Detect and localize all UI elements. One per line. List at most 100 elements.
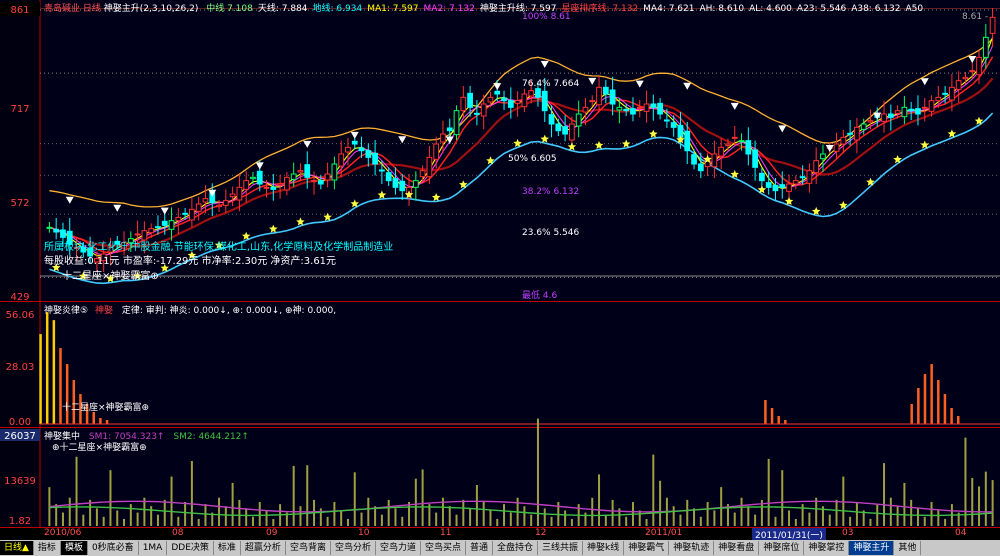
candle-body bbox=[725, 143, 731, 146]
candle-body bbox=[134, 233, 141, 236]
tab-21[interactable]: 其他 bbox=[894, 541, 922, 555]
candle-body bbox=[60, 229, 66, 238]
candle-body bbox=[840, 136, 847, 145]
candle-body bbox=[772, 184, 779, 192]
panel2-title: 神娶炎律⑤ bbox=[44, 306, 89, 316]
header-item-8: AH: 8.610 bbox=[699, 4, 745, 14]
panel2-bar bbox=[950, 408, 953, 424]
tab-15[interactable]: 神娶霸气 bbox=[624, 541, 670, 555]
candle-body bbox=[569, 123, 575, 141]
header-item-9: AL: 4.600 bbox=[749, 4, 792, 14]
y-tick-56: 56.06 bbox=[6, 310, 35, 321]
candle-body bbox=[392, 178, 399, 188]
candle-body bbox=[229, 193, 236, 198]
tab-18[interactable]: 神娶席位 bbox=[759, 541, 805, 555]
panel2-bar bbox=[65, 364, 69, 424]
candle-body bbox=[643, 103, 650, 112]
candle-body bbox=[915, 108, 921, 115]
fib-38: 38.2% 6.132 bbox=[522, 187, 580, 197]
panel2-bar bbox=[923, 374, 927, 424]
x-label-04: 04 bbox=[955, 528, 967, 538]
panel2-bar bbox=[764, 400, 767, 424]
panel2-bar bbox=[777, 416, 780, 424]
candle-body bbox=[202, 198, 209, 203]
candle-body bbox=[440, 133, 446, 143]
candle-body bbox=[921, 106, 928, 109]
tab-2[interactable]: 0秒底必畜 bbox=[88, 541, 139, 555]
tab-17[interactable]: 神娶看盘 bbox=[714, 541, 760, 555]
candle-body bbox=[745, 140, 752, 155]
y-tick-26037: 26037 bbox=[4, 431, 36, 442]
tab-9[interactable]: 空鸟力道 bbox=[376, 541, 421, 555]
tab-0[interactable]: 指标 bbox=[34, 541, 61, 555]
tab-13[interactable]: 三线共振 bbox=[538, 541, 584, 555]
panel2-bar bbox=[917, 388, 920, 424]
candle-body bbox=[216, 204, 222, 208]
x-label-03: 03 bbox=[842, 528, 854, 538]
candle-body bbox=[412, 180, 419, 188]
candle-body bbox=[474, 112, 480, 115]
x-label-08: 08 bbox=[172, 528, 184, 538]
tab-12[interactable]: 全盘持仓 bbox=[493, 541, 539, 555]
tab-10[interactable]: 空鸟买点 bbox=[421, 541, 466, 555]
stock-name: 青岛碱业 bbox=[44, 4, 81, 14]
panel2-bar bbox=[39, 334, 42, 424]
tab-8[interactable]: 空鸟分析 bbox=[331, 541, 376, 555]
candle-body bbox=[860, 123, 867, 130]
candle-body bbox=[277, 183, 283, 186]
candle-body bbox=[379, 169, 385, 172]
fib-76: 76.4% 7.664 bbox=[522, 79, 580, 89]
tab-16[interactable]: 神娶轨迹 bbox=[669, 541, 715, 555]
fib-23: 23.6% 5.546 bbox=[522, 228, 580, 238]
candle-body bbox=[324, 173, 331, 181]
candle-body bbox=[962, 76, 969, 80]
tab-11[interactable]: 普通 bbox=[466, 541, 494, 555]
candle-body bbox=[609, 89, 616, 105]
panel2-bar bbox=[910, 404, 913, 424]
header-item-6: 星座排序线: 7.132 bbox=[561, 4, 639, 14]
panel2-bar bbox=[784, 420, 787, 424]
candle-body bbox=[548, 114, 555, 125]
candle-body bbox=[820, 153, 826, 160]
candle-body bbox=[453, 110, 460, 136]
panel2-bar bbox=[770, 408, 774, 424]
candle-body bbox=[419, 170, 426, 178]
candle-body bbox=[446, 127, 453, 132]
candle-body bbox=[433, 143, 440, 160]
tab-20[interactable]: 神娶主升 bbox=[849, 541, 895, 555]
tab-5[interactable]: 标准 bbox=[214, 541, 241, 555]
tab-1[interactable]: 模板 bbox=[60, 541, 88, 555]
candle-body bbox=[854, 126, 860, 141]
candle-body bbox=[399, 180, 406, 192]
candle-body bbox=[304, 164, 311, 178]
candle-body bbox=[955, 80, 962, 90]
tab-4[interactable]: DDE决策 bbox=[167, 541, 214, 555]
candle-body bbox=[684, 130, 691, 152]
candle-body bbox=[602, 86, 609, 95]
panel2-name: 神娶 bbox=[94, 306, 113, 316]
candle-body bbox=[189, 208, 195, 221]
candle-body bbox=[182, 212, 188, 215]
candle-body bbox=[256, 170, 263, 185]
candle-body bbox=[528, 90, 535, 97]
candle-body bbox=[297, 170, 304, 173]
tab-7[interactable]: 空鸟背离 bbox=[286, 541, 331, 555]
tab-3[interactable]: 1MA bbox=[139, 541, 168, 555]
x-label-2011-01: 2011/01 bbox=[645, 528, 683, 538]
x-label-2010-06: 2010/06 bbox=[44, 528, 82, 538]
tab-6[interactable]: 超赢分析 bbox=[241, 541, 286, 555]
panel2-header: 神娶炎律⑤ 神娶 定律: 审判: 神炎: 0.000↓, ⊕: 0.000↓, … bbox=[44, 303, 336, 316]
candle-body bbox=[494, 90, 501, 95]
tab-19[interactable]: 神娶掌控 bbox=[804, 541, 850, 555]
candle-body bbox=[786, 183, 792, 192]
period-selector[interactable]: 日线▲ bbox=[0, 541, 34, 555]
candle-body bbox=[765, 182, 772, 188]
candle-body bbox=[155, 226, 161, 229]
candle-body bbox=[46, 226, 53, 229]
tab-14[interactable]: 神娶k线 bbox=[583, 541, 625, 555]
candle-body bbox=[759, 172, 765, 182]
candle-body bbox=[697, 163, 704, 172]
panel2-bar bbox=[957, 416, 960, 424]
candle-body bbox=[664, 119, 670, 122]
candle-body bbox=[949, 86, 955, 101]
